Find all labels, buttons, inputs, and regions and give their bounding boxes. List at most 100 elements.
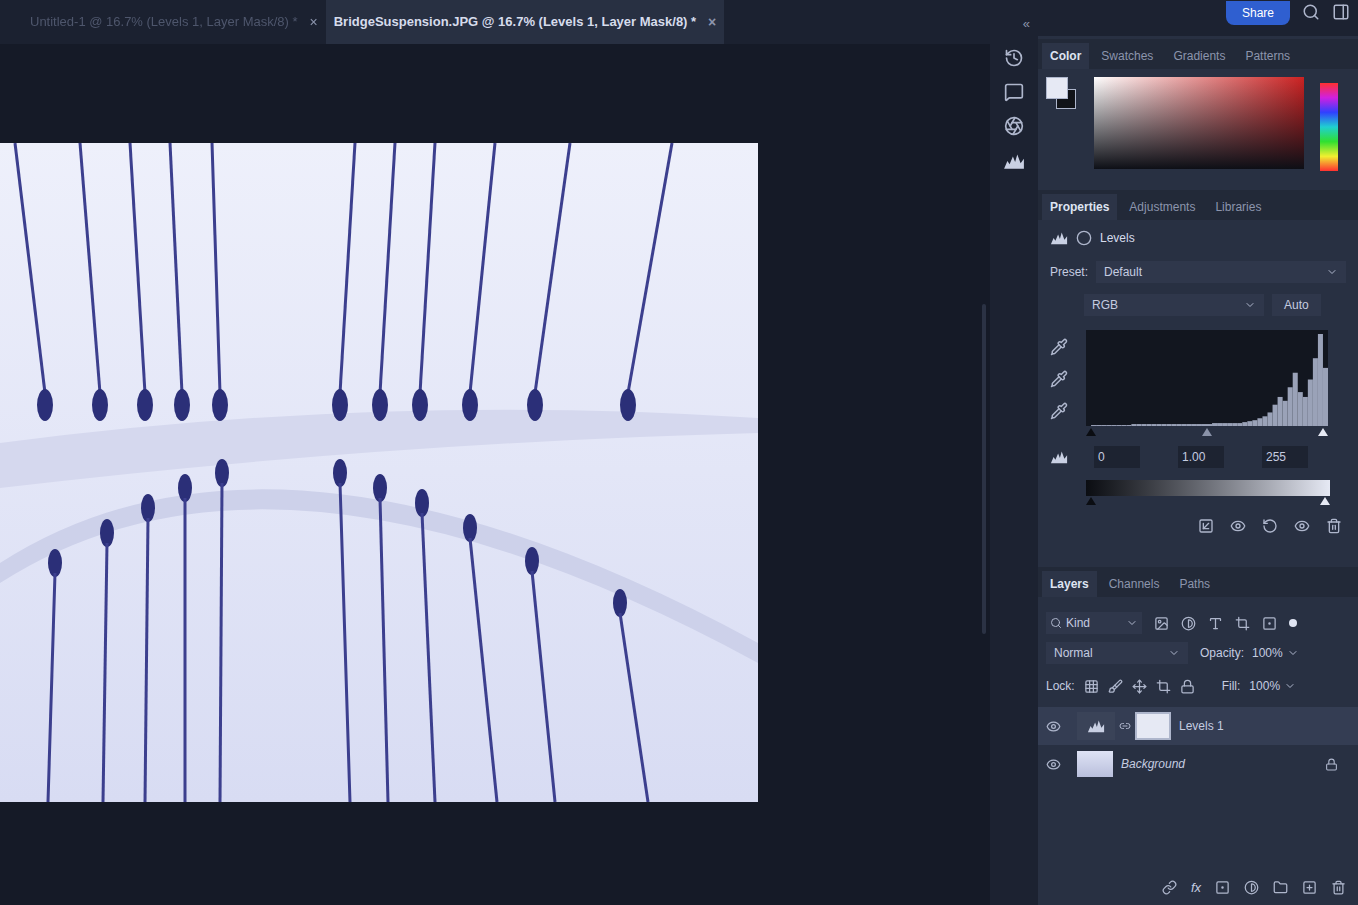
new-group-icon[interactable] (1273, 880, 1288, 895)
levels-icon (1003, 150, 1025, 172)
gray-eyedropper-icon[interactable] (1050, 370, 1068, 388)
auto-button[interactable]: Auto (1272, 294, 1321, 316)
output-gradient (1086, 480, 1330, 496)
levels-histogram (1086, 330, 1328, 426)
layer-lock-icon (1325, 758, 1338, 771)
output-slider-handle[interactable] (1086, 497, 1096, 505)
panel-icon-strip: « (990, 0, 1038, 905)
layer-visibility-icon[interactable] (1046, 719, 1061, 734)
share-button[interactable]: Share (1226, 1, 1290, 25)
shape-filter-icon[interactable] (1235, 616, 1250, 631)
filter-toggle-icon[interactable] (1289, 619, 1297, 627)
canvas-area (0, 44, 990, 905)
layer-name: Levels 1 (1179, 717, 1350, 735)
smart-object-filter-icon[interactable] (1262, 616, 1277, 631)
lock-transparency-icon[interactable] (1084, 679, 1099, 694)
layers-panel-tabs: LayersChannelsPaths (1038, 567, 1358, 597)
top-bar: Share (1038, 0, 1358, 36)
fill-field[interactable]: 100% (1249, 677, 1296, 695)
delete-layer-icon[interactable] (1331, 880, 1346, 895)
input-black-field[interactable]: 0 (1094, 446, 1140, 468)
view-previous-icon[interactable] (1230, 518, 1246, 534)
layer-row[interactable]: Background (1038, 745, 1358, 783)
workspace-icon[interactable] (1332, 3, 1350, 21)
panel-tab[interactable]: Gradients (1165, 43, 1233, 69)
layer-thumbnail (1077, 751, 1113, 777)
adjustments-icon[interactable] (1004, 116, 1024, 136)
lock-pixels-icon[interactable] (1108, 679, 1123, 694)
input-white-field[interactable]: 255 (1262, 446, 1308, 468)
adjustment-thumbnail (1077, 712, 1115, 740)
layers-panel: LayersChannelsPathsKindNormalOpacity:100… (1038, 567, 1358, 905)
new-adjustment-icon[interactable] (1244, 880, 1259, 895)
search-icon[interactable] (1302, 3, 1320, 21)
document-tab[interactable]: BridgeSuspension.JPG @ 16.7% (Levels 1, … (326, 0, 725, 44)
type-filter-icon[interactable] (1208, 616, 1223, 631)
panel-tab[interactable]: Patterns (1237, 43, 1298, 69)
clip-to-layer-icon[interactable] (1198, 518, 1214, 534)
link-layers-icon[interactable] (1162, 880, 1177, 895)
output-slider[interactable] (1086, 496, 1330, 506)
color-field[interactable] (1094, 77, 1304, 169)
channel-dropdown[interactable]: RGB (1084, 294, 1264, 316)
lock-label: Lock: (1046, 677, 1075, 695)
panel-tab[interactable]: Swatches (1093, 43, 1161, 69)
opacity-field[interactable]: 100% (1252, 644, 1299, 662)
levels-icon (1050, 229, 1068, 247)
close-tab-button[interactable]: × (708, 12, 716, 33)
lock-all-icon[interactable] (1180, 679, 1195, 694)
panel-tab[interactable]: Properties (1042, 194, 1117, 220)
document-tab-bar: Untitled-1 @ 16.7% (Levels 1, Layer Mask… (0, 0, 990, 44)
photo-canvas (0, 143, 758, 802)
adjustment-title: Levels (1100, 229, 1135, 247)
comment-icon[interactable] (1004, 82, 1024, 102)
layer-visibility-icon[interactable] (1046, 757, 1061, 772)
panel-tab[interactable]: Libraries (1207, 194, 1269, 220)
panel-tab[interactable]: Paths (1171, 571, 1218, 597)
panel-tab[interactable]: Layers (1042, 571, 1097, 597)
toggle-visibility-icon[interactable] (1294, 518, 1310, 534)
color-panel-tabs: ColorSwatchesGradientsPatterns (1038, 39, 1358, 69)
blend-mode-dropdown[interactable]: Normal (1046, 642, 1188, 664)
color-panel: ColorSwatchesGradientsPatterns (1038, 39, 1358, 187)
lock-artboard-icon[interactable] (1156, 679, 1171, 694)
vertical-scrollbar[interactable] (978, 44, 990, 905)
delete-icon[interactable] (1326, 518, 1342, 534)
preset-dropdown[interactable]: Default (1096, 261, 1346, 283)
preset-label: Preset: (1050, 263, 1088, 281)
properties-panel: PropertiesAdjustmentsLibraries Levels Pres… (1038, 190, 1358, 564)
mask-icon[interactable] (1076, 230, 1092, 246)
input-gamma-field[interactable]: 1.00 (1178, 446, 1224, 468)
document-tab[interactable]: Untitled-1 @ 16.7% (Levels 1, Layer Mask… (22, 0, 326, 44)
right-panels: Share ColorSwatchesGradientsPatterns Prope… (1038, 0, 1358, 905)
new-layer-icon[interactable] (1302, 880, 1317, 895)
input-slider-handle[interactable] (1086, 428, 1096, 436)
collapse-button[interactable]: « (1023, 14, 1038, 34)
panel-tab[interactable]: Adjustments (1121, 194, 1203, 220)
pixel-filter-icon[interactable] (1154, 616, 1169, 631)
document-area: Untitled-1 @ 16.7% (Levels 1, Layer Mask… (0, 0, 990, 905)
filter-dropdown[interactable]: Kind (1046, 612, 1142, 634)
layer-effects-button[interactable]: fx (1191, 878, 1201, 898)
layer-mask-thumbnail (1135, 712, 1171, 740)
layer-name: Background (1121, 755, 1317, 773)
reset-icon[interactable] (1262, 518, 1278, 534)
input-slider-handle[interactable] (1202, 428, 1212, 436)
history-icon[interactable] (1004, 48, 1024, 68)
black-eyedropper-icon[interactable] (1050, 338, 1068, 356)
hue-slider[interactable] (1320, 83, 1338, 171)
white-eyedropper-icon[interactable] (1050, 402, 1068, 420)
lock-position-icon[interactable] (1132, 679, 1147, 694)
output-slider-handle[interactable] (1320, 497, 1330, 505)
layer-row[interactable]: Levels 1 (1038, 707, 1358, 745)
add-mask-icon[interactable] (1215, 880, 1230, 895)
panel-tab[interactable]: Channels (1101, 571, 1168, 597)
panel-tab[interactable]: Color (1042, 43, 1089, 69)
mask-link-icon[interactable] (1119, 720, 1131, 732)
color-swatches[interactable] (1046, 77, 1078, 113)
close-tab-button[interactable]: × (310, 12, 318, 33)
input-slider[interactable] (1086, 426, 1328, 438)
input-slider-handle[interactable] (1318, 428, 1328, 436)
adjustment-filter-icon[interactable] (1181, 616, 1196, 631)
bridge-photo (0, 143, 758, 802)
